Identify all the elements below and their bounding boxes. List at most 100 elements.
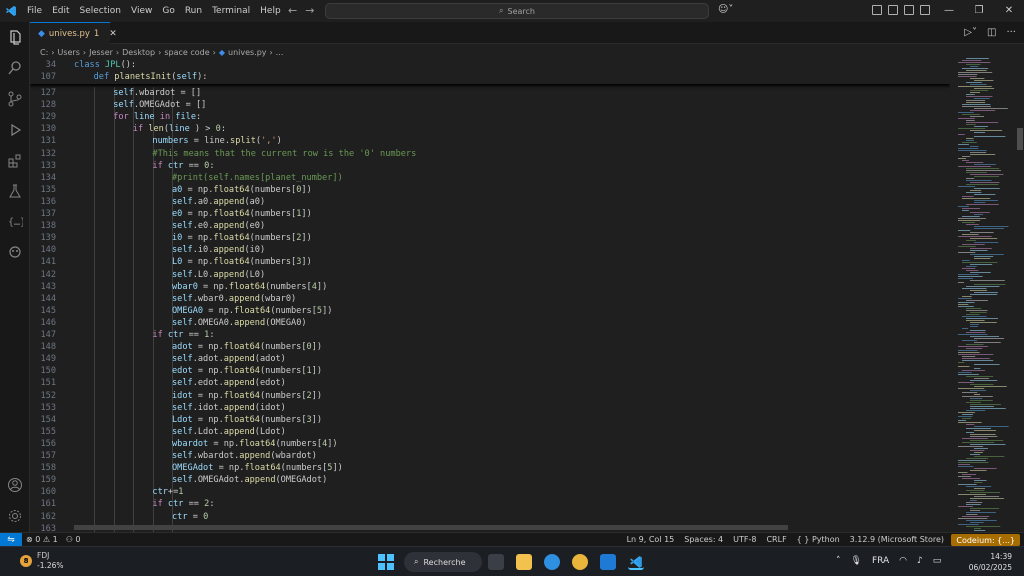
language-mode[interactable]: { } Python [797,535,840,544]
run-python-icon[interactable]: ▷˅ [964,27,977,38]
code-line[interactable]: 155 self.Ldot.append(Ldot) [30,426,950,438]
breadcrumb-item[interactable]: Desktop [122,48,155,57]
toggle-sidebar-icon[interactable] [888,5,898,15]
more-actions-icon[interactable]: ··· [1006,27,1016,38]
chrome-icon[interactable] [572,554,588,570]
breadcrumb-item[interactable]: C: [40,48,48,57]
command-center-search[interactable]: ⌕ Search [325,3,709,19]
code-line[interactable]: 34 class JPL(): [30,59,950,71]
code-line[interactable]: 161 if ctr == 2: [30,498,950,510]
code-line[interactable]: 143 wbar0 = np.float64(numbers[4]) [30,281,950,293]
menu-terminal[interactable]: Terminal [207,6,255,16]
toggle-secondary-sidebar-icon[interactable] [920,5,930,15]
toggle-panel-icon[interactable] [904,5,914,15]
run-debug-icon[interactable] [6,121,24,139]
restore-button[interactable]: ❐ [964,0,994,22]
end-of-line[interactable]: CRLF [766,535,786,544]
edge-icon[interactable] [544,554,560,570]
breadcrumb-item[interactable]: Users [57,48,79,57]
tab-unives-py[interactable]: ◆ unives.py 1 ✕ [30,22,117,44]
menu-go[interactable]: Go [157,6,179,16]
code-line[interactable]: 132 #This means that the current row is t… [30,148,950,160]
ports-indicator[interactable]: ⚇ 0 [66,535,81,544]
minimap[interactable] [950,58,1016,532]
task-view-icon[interactable] [488,554,504,570]
code-line[interactable]: 152 idot = np.float64(numbers[2]) [30,390,950,402]
code-line[interactable]: 145 OMEGA0 = np.float64(numbers[5]) [30,305,950,317]
code-line[interactable]: 160 ctr+=1 [30,486,950,498]
code-line[interactable]: 153 self.idot.append(idot) [30,402,950,414]
testing-flask-icon[interactable] [6,182,24,200]
microphone-icon[interactable]: 🎙 [851,556,862,566]
extensions-icon[interactable] [6,152,24,170]
close-icon[interactable]: ✕ [109,29,117,39]
vscode-taskbar-icon[interactable] [628,554,644,570]
breadcrumb-item[interactable]: ... [276,48,284,57]
sticky-scroll-header[interactable]: 34 class JPL(): 107 def planetsInit(self): [30,58,950,84]
menu-file[interactable]: File [22,6,47,16]
taskbar-search[interactable]: ⌕ Recherche [404,552,482,572]
windows-start-icon[interactable] [378,554,394,570]
code-line[interactable]: 154 Ldot = np.float64(numbers[3]) [30,414,950,426]
code-line[interactable]: 157 self.wbardot.append(wbardot) [30,450,950,462]
codeium-status[interactable]: Codeium: {...} [951,534,1020,546]
code-line[interactable]: 144 self.wbar0.append(wbar0) [30,293,950,305]
code-line[interactable]: 141 L0 = np.float64(numbers[3]) [30,256,950,268]
python-interpreter[interactable]: 3.12.9 (Microsoft Store) [850,535,944,544]
encoding[interactable]: UTF-8 [733,535,756,544]
code-line[interactable]: 147 if ctr == 1: [30,329,950,341]
wifi-icon[interactable]: ◠ [899,556,907,566]
close-button[interactable]: ✕ [994,0,1024,22]
search-icon[interactable] [6,59,24,77]
code-line[interactable]: 128 self.OMEGAdot = [] [30,99,950,111]
code-line[interactable]: 131 numbers = line.split(',') [30,135,950,147]
copilot-icon[interactable]: ☺˅ [718,4,733,15]
codeium-icon[interactable] [6,242,24,260]
back-arrow-icon[interactable]: ← [288,4,297,17]
input-language[interactable]: FRA [872,556,889,566]
code-line[interactable]: 136 self.a0.append(a0) [30,196,950,208]
breadcrumb-item[interactable]: unives.py [228,48,267,57]
code-line[interactable]: 137 e0 = np.float64(numbers[1]) [30,208,950,220]
menu-run[interactable]: Run [180,6,207,16]
code-line[interactable]: 158 OMEGAdot = np.float64(numbers[5]) [30,462,950,474]
minimize-button[interactable]: — [934,0,964,22]
breadcrumb-item[interactable]: space code [164,48,209,57]
code-line[interactable]: 129 for line in file: [30,111,950,123]
chevron-up-icon[interactable]: ˄ [836,556,841,566]
widgets-stock[interactable]: 8 FDJ -1.26% [20,551,64,571]
files-icon[interactable] [6,28,24,46]
code-line[interactable]: 162 ctr = 0 [30,511,950,523]
code-line[interactable]: 146 self.OMEGA0.append(OMEGA0) [30,317,950,329]
taskbar-clock[interactable]: 14:39 06/02/2025 [969,551,1012,573]
code-line[interactable]: 150 edot = np.float64(numbers[1]) [30,365,950,377]
code-line[interactable]: 107 def planetsInit(self): [30,71,950,83]
code-line[interactable]: 151 self.edot.append(edot) [30,377,950,389]
code-line[interactable]: 135 a0 = np.float64(numbers[0]) [30,184,950,196]
source-control-icon[interactable] [6,90,24,108]
indentation[interactable]: Spaces: 4 [684,535,723,544]
code-line[interactable]: 134 #print(self.names[planet_number]) [30,172,950,184]
volume-icon[interactable]: ♪ [917,556,923,566]
braces-icon[interactable]: {…} [6,212,24,230]
code-line[interactable]: 159 self.OMEGAdot.append(OMEGAdot) [30,474,950,486]
code-line[interactable]: 138 self.e0.append(e0) [30,220,950,232]
file-explorer-icon[interactable] [516,554,532,570]
code-line[interactable]: 133 if ctr == 0: [30,160,950,172]
code-line[interactable]: 156 wbardot = np.float64(numbers[4]) [30,438,950,450]
vertical-scrollbar-thumb[interactable] [1017,128,1023,150]
code-line[interactable]: 149 self.adot.append(adot) [30,353,950,365]
code-line[interactable]: 130 if len(line ) > 0: [30,123,950,135]
problems-indicator[interactable]: ⊗ 0 ⚠ 1 [26,535,58,544]
code-line[interactable]: 139 i0 = np.float64(numbers[2]) [30,232,950,244]
split-editor-icon[interactable]: ◫ [987,27,996,38]
account-icon[interactable] [6,476,24,494]
remote-indicator-icon[interactable]: ⇋ [0,533,22,547]
store-icon[interactable] [600,554,616,570]
code-line[interactable]: 142 self.L0.append(L0) [30,269,950,281]
forward-arrow-icon[interactable]: → [305,4,314,17]
code-editor[interactable]: 34 class JPL(): 107 def planetsInit(self): … [30,58,950,532]
code-line[interactable]: 140 self.i0.append(i0) [30,244,950,256]
layout-customize-icon[interactable] [872,5,882,15]
menu-selection[interactable]: Selection [75,6,126,16]
